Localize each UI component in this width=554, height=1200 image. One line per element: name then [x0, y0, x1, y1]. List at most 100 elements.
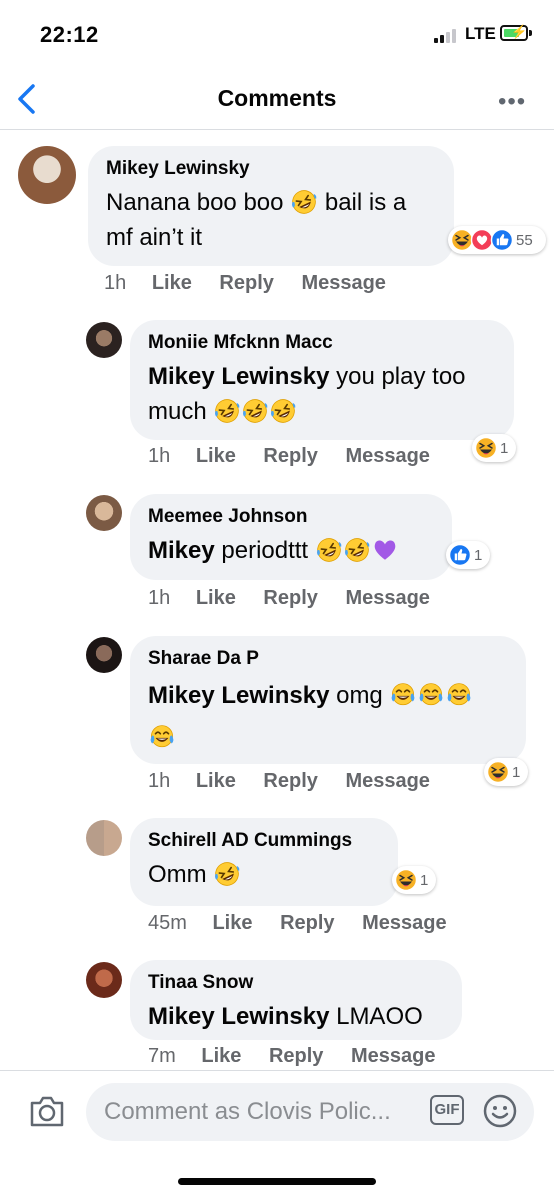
avatar[interactable] [86, 495, 122, 531]
comment-text: Mikey periodttt [148, 533, 434, 568]
avatar[interactable] [86, 962, 122, 998]
battery-icon: ⚡ [500, 24, 528, 41]
mention-link[interactable]: Mikey Lewinsky [148, 1003, 329, 1030]
comment-text: Omm [148, 857, 380, 892]
comment-bubble: Mikey Lewinsky Nanana boo boo bail is a … [88, 146, 454, 266]
more-options-icon[interactable]: ••• [498, 88, 526, 116]
comment-text: Nanana boo boo bail is a mf ain’t it [106, 185, 436, 255]
comment-timestamp: 1h [148, 770, 171, 792]
reaction-count: 1 [474, 546, 483, 564]
message-button[interactable]: Message [345, 587, 430, 609]
mention-link[interactable]: Mikey Lewinsky [148, 363, 329, 390]
signal-icon [434, 27, 460, 43]
comment-text: Mikey Lewinsky LMAOO [148, 999, 444, 1034]
reply-button[interactable]: Reply [269, 1045, 323, 1067]
nav-bar: Comments ••• [0, 70, 554, 130]
like-reaction-icon [490, 228, 514, 252]
comment-actions: 7m Like Reply Message [148, 1045, 457, 1068]
avatar[interactable] [86, 820, 122, 856]
comment-timestamp: 1h [104, 272, 127, 294]
comment-bubble: Meemee Johnson Mikey periodttt [130, 494, 452, 580]
comment-text-part: Nanana boo boo [106, 189, 284, 216]
haha-reaction-icon [394, 868, 418, 892]
status-time: 22:12 [40, 22, 99, 47]
rofl-emoji-icon [344, 537, 370, 563]
comment-actions: 1h Like Reply Message [148, 587, 452, 610]
home-indicator[interactable] [178, 1178, 376, 1185]
comment-actions: 1h Like Reply Message [148, 770, 452, 793]
reaction-count: 1 [420, 871, 429, 889]
reaction-summary[interactable]: 1 [472, 434, 516, 462]
reaction-count: 1 [512, 763, 521, 781]
comment-text-part: omg [336, 682, 383, 709]
reaction-summary[interactable]: 1 [484, 758, 528, 786]
comment-text-part: LMAOO [336, 1003, 423, 1030]
comment-author[interactable]: Sharae Da P [148, 647, 508, 671]
like-button[interactable]: Like [212, 912, 252, 934]
rofl-emoji-icon [270, 398, 296, 424]
reply-button[interactable]: Reply [219, 272, 273, 294]
comment-bubble: Moniie Mfcknn Macc Mikey Lewinsky you pl… [130, 320, 514, 440]
page-title: Comments [217, 85, 337, 111]
reply-button[interactable]: Reply [263, 587, 317, 609]
comment-author[interactable]: Moniie Mfcknn Macc [148, 331, 496, 355]
avatar[interactable] [86, 637, 122, 673]
comment-bubble: Schirell AD Cummings Omm [130, 818, 398, 906]
rofl-emoji-icon [242, 398, 268, 424]
comment-text-part: Omm [148, 861, 207, 888]
rofl-emoji-icon [291, 189, 317, 215]
comment-input[interactable]: Comment as Clovis Polic... [86, 1083, 534, 1141]
like-button[interactable]: Like [196, 445, 236, 467]
rofl-emoji-icon [214, 398, 240, 424]
reply-button[interactable]: Reply [280, 912, 334, 934]
reply-button[interactable]: Reply [263, 445, 317, 467]
emoji-picker-icon[interactable] [482, 1093, 518, 1129]
message-button[interactable]: Message [351, 1045, 436, 1067]
haha-reaction-icon [486, 760, 510, 784]
comment-text: Mikey Lewinsky you play too much [148, 359, 496, 429]
network-label: LTE [465, 24, 496, 43]
like-reaction-icon [448, 543, 472, 567]
comment-actions: 1h Like Reply Message [104, 272, 408, 295]
message-button[interactable]: Message [345, 445, 430, 467]
like-button[interactable]: Like [196, 587, 236, 609]
tears-of-joy-emoji-icon [446, 682, 472, 708]
like-button[interactable]: Like [152, 272, 192, 294]
battery-tip [529, 30, 532, 36]
tears-of-joy-emoji-icon [418, 682, 444, 708]
comment-timestamp: 1h [148, 445, 171, 467]
comment-actions: 45m Like Reply Message [148, 912, 469, 935]
comment-author[interactable]: Schirell AD Cummings [148, 829, 380, 853]
comment-author[interactable]: Tinaa Snow [148, 971, 444, 995]
camera-icon[interactable] [28, 1093, 66, 1129]
comment-bubble: Sharae Da P Mikey Lewinsky omg [130, 636, 526, 764]
reaction-summary[interactable]: 1 [392, 866, 436, 894]
message-button[interactable]: Message [362, 912, 447, 934]
tears-of-joy-emoji-icon [149, 724, 175, 750]
comment-timestamp: 1h [148, 587, 171, 609]
reaction-summary[interactable]: 1 [446, 541, 490, 569]
gif-button[interactable]: GIF [430, 1095, 464, 1125]
reaction-count: 55 [516, 231, 533, 249]
avatar[interactable] [18, 146, 76, 204]
comment-author[interactable]: Meemee Johnson [148, 505, 434, 529]
haha-reaction-icon [474, 436, 498, 460]
message-button[interactable]: Message [345, 770, 430, 792]
purple-heart-emoji-icon [372, 537, 398, 563]
mention-link[interactable]: Mikey [148, 537, 215, 564]
reaction-summary[interactable]: 55 [448, 226, 546, 254]
rofl-emoji-icon [214, 861, 240, 887]
like-button[interactable]: Like [201, 1045, 241, 1067]
comment-timestamp: 45m [148, 912, 187, 934]
comment-author[interactable]: Mikey Lewinsky [106, 157, 436, 181]
comment-text-part: periodttt [221, 537, 309, 564]
reaction-count: 1 [500, 439, 509, 457]
like-button[interactable]: Like [196, 770, 236, 792]
avatar[interactable] [86, 322, 122, 358]
comment-bubble: Tinaa Snow Mikey Lewinsky LMAOO [130, 960, 462, 1040]
tears-of-joy-emoji-icon [390, 682, 416, 708]
reply-button[interactable]: Reply [263, 770, 317, 792]
message-button[interactable]: Message [301, 272, 386, 294]
rofl-emoji-icon [316, 537, 342, 563]
mention-link[interactable]: Mikey Lewinsky [148, 682, 329, 709]
